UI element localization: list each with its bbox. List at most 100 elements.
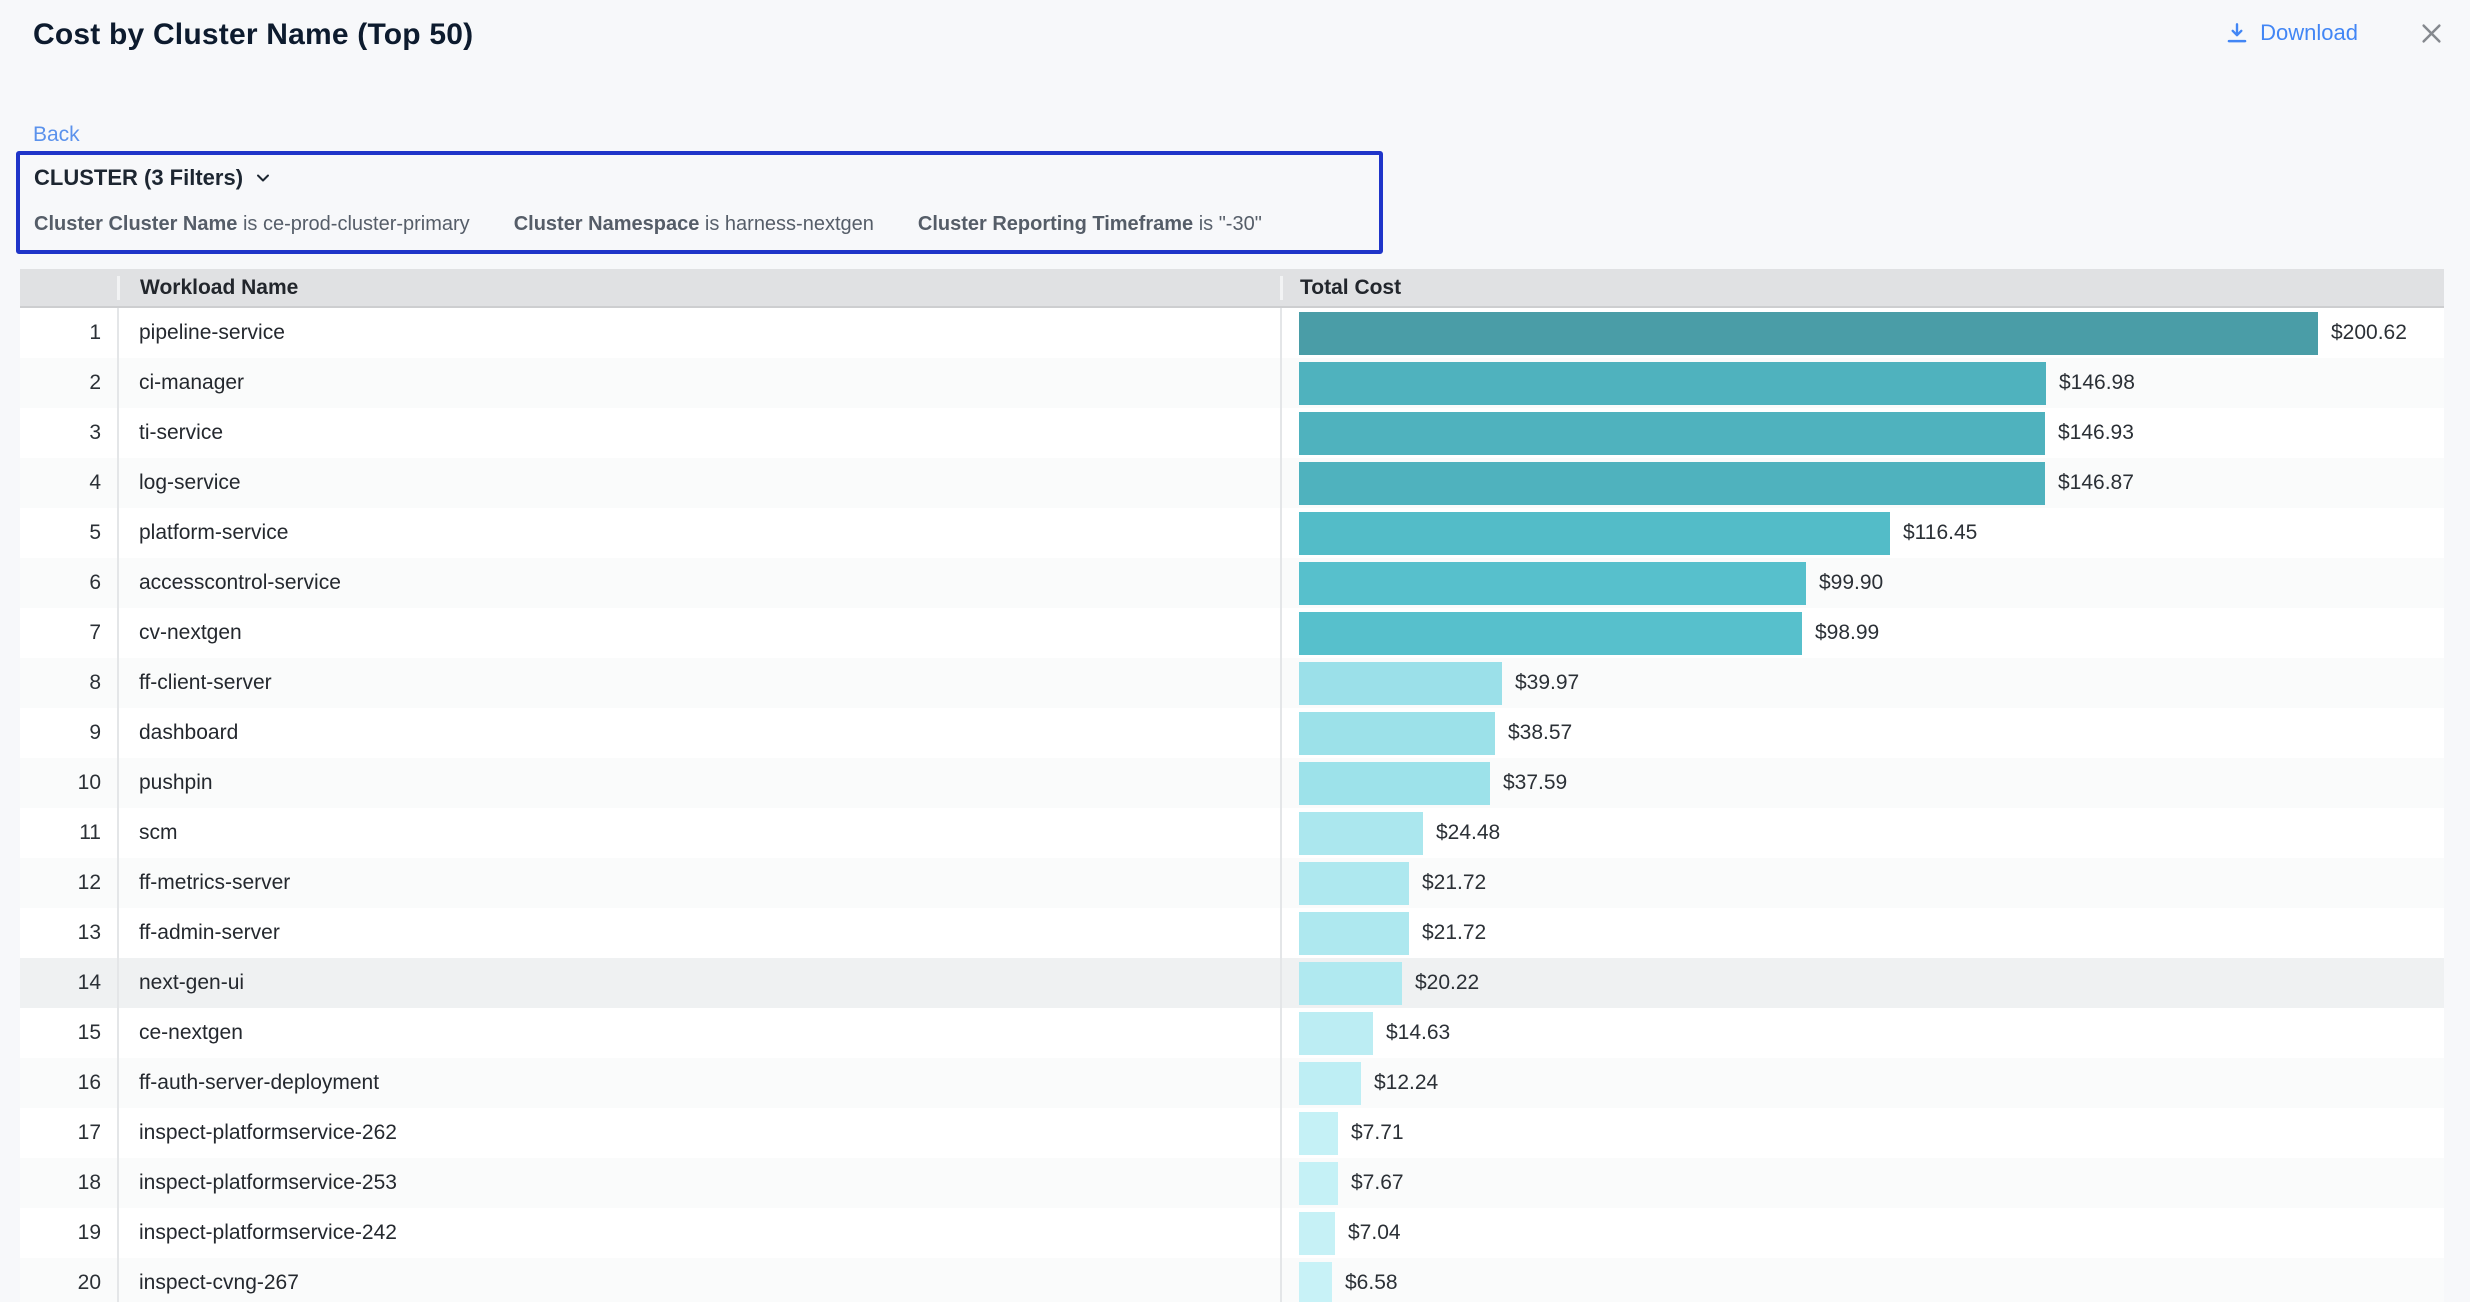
row-rank: 19 <box>20 1221 117 1245</box>
row-rank: 2 <box>20 371 117 395</box>
cost-bar <box>1299 1162 1338 1205</box>
table-row[interactable]: 6accesscontrol-service $99.90 <box>20 558 2444 608</box>
total-cost-cell: $21.72 <box>1280 858 2444 908</box>
row-rank: 8 <box>20 671 117 695</box>
total-cost-column-header: Total Cost <box>1280 276 2444 300</box>
filter-operator: is <box>237 213 263 235</box>
row-rank: 6 <box>20 571 117 595</box>
total-cost-cell: $7.67 <box>1280 1158 2444 1208</box>
workload-name: ce-nextgen <box>117 1008 1280 1058</box>
cost-value-label: $116.45 <box>1903 521 1977 545</box>
cost-value-label: $12.24 <box>1374 1071 1438 1095</box>
workload-name-column-header: Workload Name <box>117 276 1280 300</box>
workload-name: inspect-platformservice-262 <box>117 1108 1280 1158</box>
cost-bar <box>1299 1012 1373 1055</box>
table-row[interactable]: 10pushpin$37.59 <box>20 758 2444 808</box>
row-rank: 4 <box>20 471 117 495</box>
cost-value-label: $6.58 <box>1345 1271 1398 1295</box>
total-cost-cell: $12.24 <box>1280 1058 2444 1108</box>
workload-name: pushpin <box>117 758 1280 808</box>
table-row[interactable]: 17inspect-platformservice-262$7.71 <box>20 1108 2444 1158</box>
row-rank: 5 <box>20 521 117 545</box>
close-button[interactable] <box>2416 18 2446 48</box>
row-rank: 14 <box>20 971 117 995</box>
filter-condition: Cluster Reporting Timeframe is "-30" <box>918 213 1262 236</box>
cost-bar <box>1299 862 1409 905</box>
download-label: Download <box>2260 20 2358 46</box>
total-cost-cell: $98.99 <box>1280 608 2444 658</box>
table-row[interactable]: 12ff-metrics-server$21.72 <box>20 858 2444 908</box>
total-cost-cell: $6.58 <box>1280 1258 2444 1302</box>
table-row[interactable]: 1pipeline-service$200.62 <box>20 308 2444 358</box>
table-row[interactable]: 15ce-nextgen$14.63 <box>20 1008 2444 1058</box>
row-rank: 10 <box>20 771 117 795</box>
row-rank: 18 <box>20 1171 117 1195</box>
workload-name: ff-admin-server <box>117 908 1280 958</box>
table-row[interactable]: 11scm$24.48 <box>20 808 2444 858</box>
cost-value-label: $7.71 <box>1351 1121 1404 1145</box>
cost-bar <box>1299 612 1802 655</box>
workload-name: dashboard <box>117 708 1280 758</box>
row-rank: 3 <box>20 421 117 445</box>
row-rank: 13 <box>20 921 117 945</box>
filter-conditions: Cluster Cluster Name is ce-prod-cluster-… <box>34 213 1365 236</box>
row-rank: 7 <box>20 621 117 645</box>
total-cost-cell: $146.87 <box>1280 458 2444 508</box>
row-rank: 20 <box>20 1271 117 1295</box>
table-row[interactable]: 7cv-nextgen$98.99 <box>20 608 2444 658</box>
cost-value-label: $146.98 <box>2059 371 2135 395</box>
cost-bar <box>1299 812 1423 855</box>
download-button[interactable]: Download <box>2224 20 2358 46</box>
cost-value-label: $39.97 <box>1515 671 1579 695</box>
cost-bar <box>1299 962 1402 1005</box>
total-cost-cell: $116.45 <box>1280 508 2444 558</box>
filter-panel: CLUSTER (3 Filters) Cluster Cluster Name… <box>16 151 1383 254</box>
table-row[interactable]: 18inspect-platformservice-253 $7.67 <box>20 1158 2444 1208</box>
workload-name: inspect-platformservice-253 <box>117 1158 1280 1208</box>
row-rank: 9 <box>20 721 117 745</box>
back-link[interactable]: Back <box>33 123 80 147</box>
total-cost-cell: $38.57 <box>1280 708 2444 758</box>
cost-by-cluster-modal: { "modal": { "title": "Cost by Cluster N… <box>0 0 2470 1302</box>
table-row[interactable]: 14next-gen-ui$20.22 <box>20 958 2444 1008</box>
table-row[interactable]: 19inspect-platformservice-242$7.04 <box>20 1208 2444 1258</box>
topbar-actions: Download <box>2224 18 2446 48</box>
table-row[interactable]: 3ti-service $146.93 <box>20 408 2444 458</box>
table-row[interactable]: 9dashboard$38.57 <box>20 708 2444 758</box>
table-row[interactable]: 8ff-client-server$39.97 <box>20 658 2444 708</box>
workload-name: next-gen-ui <box>117 958 1280 1008</box>
close-icon <box>2418 20 2445 47</box>
filter-group-toggle[interactable]: CLUSTER (3 Filters) <box>34 165 273 191</box>
filter-field-label: Cluster Cluster Name <box>34 213 237 235</box>
workload-name: ff-auth-server-deployment <box>117 1058 1280 1108</box>
filter-operator: is <box>1193 213 1219 235</box>
filter-condition: Cluster Namespace is harness-nextgen <box>514 213 874 236</box>
cost-bar <box>1299 662 1502 705</box>
download-icon <box>2224 20 2250 46</box>
cost-value-label: $7.67 <box>1351 1171 1404 1195</box>
workload-name: pipeline-service <box>117 308 1280 358</box>
workload-name: platform-service <box>117 508 1280 558</box>
row-rank: 1 <box>20 321 117 345</box>
filter-value: ce-prod-cluster-primary <box>263 213 470 235</box>
cost-value-label: $21.72 <box>1422 871 1486 895</box>
cost-value-label: $98.99 <box>1815 621 1879 645</box>
table-row[interactable]: 5platform-service $116.45 <box>20 508 2444 558</box>
cost-value-label: $146.87 <box>2058 471 2134 495</box>
workload-name: ti-service <box>117 408 1280 458</box>
table-header-row: Workload Name Total Cost <box>20 269 2444 308</box>
table-row[interactable]: 2ci-manager$146.98 <box>20 358 2444 408</box>
filter-condition: Cluster Cluster Name is ce-prod-cluster-… <box>34 213 470 236</box>
cost-bar <box>1299 362 2046 405</box>
cost-bar <box>1299 912 1409 955</box>
table-row[interactable]: 13ff-admin-server$21.72 <box>20 908 2444 958</box>
table-row[interactable]: 4log-service$146.87 <box>20 458 2444 508</box>
workload-name: accesscontrol-service <box>117 558 1280 608</box>
cost-value-label: $99.90 <box>1819 571 1883 595</box>
table-row[interactable]: 16ff-auth-server-deployment$12.24 <box>20 1058 2444 1108</box>
table-row[interactable]: 20inspect-cvng-267$6.58 <box>20 1258 2444 1302</box>
cost-value-label: $146.93 <box>2058 421 2134 445</box>
cost-bar <box>1299 412 2045 455</box>
total-cost-cell: $146.93 <box>1280 408 2444 458</box>
total-cost-cell: $20.22 <box>1280 958 2444 1008</box>
